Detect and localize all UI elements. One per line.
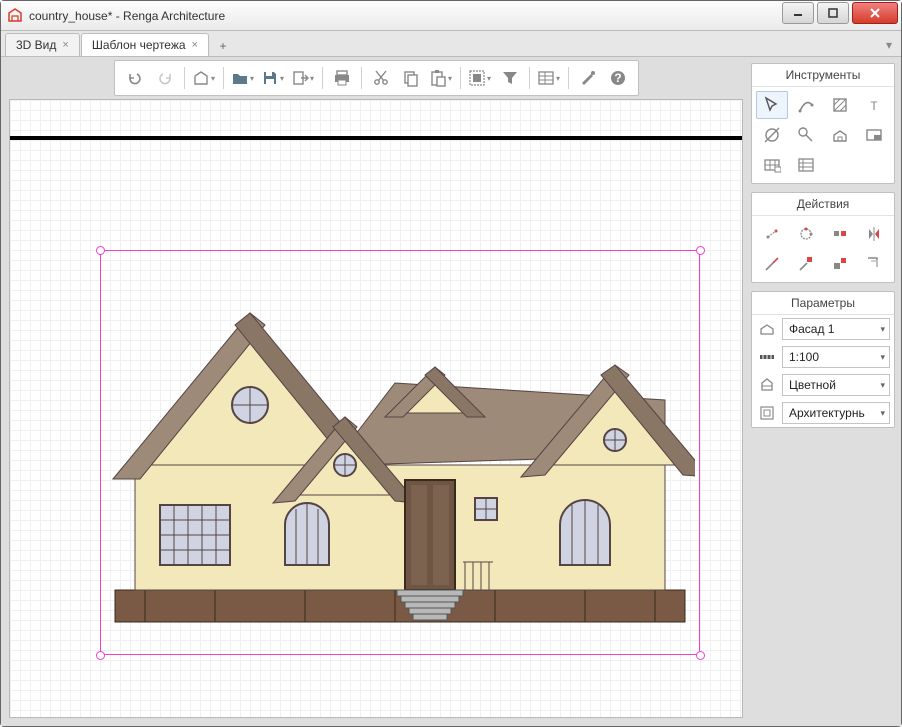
select-value: Фасад 1 — [789, 322, 834, 336]
tab-drawing-template[interactable]: Шаблон чертежа × — [81, 33, 209, 56]
tab-3d-view[interactable]: 3D Вид × — [5, 33, 80, 56]
tools-panel: Инструменты T — [751, 63, 895, 184]
select-value: Архитектурнь — [789, 406, 865, 420]
view-icon — [756, 318, 778, 340]
new-tab-button[interactable]: + — [212, 36, 234, 56]
main-toolbar-row: ▾ ▾ ▾ ▾ ▾ ▾ ▾ ? — [1, 57, 751, 99]
pointer-tool-icon[interactable] — [756, 91, 788, 119]
close-icon[interactable]: × — [62, 39, 68, 51]
open-icon[interactable]: ▾ — [229, 64, 257, 92]
selection-handle-ne[interactable] — [696, 246, 705, 255]
svg-text:?: ? — [614, 71, 621, 85]
drawing-canvas[interactable] — [9, 99, 743, 718]
copy-icon[interactable] — [397, 64, 425, 92]
print-icon[interactable] — [328, 64, 356, 92]
canvas-area: ▾ ▾ ▾ ▾ ▾ ▾ ▾ ? — [1, 57, 751, 726]
work-area: ▾ ▾ ▾ ▾ ▾ ▾ ▾ ? — [1, 57, 901, 726]
app-icon — [7, 8, 23, 24]
window-buttons — [782, 1, 901, 30]
selection-handle-nw[interactable] — [96, 246, 105, 255]
select-value: Цветной — [789, 378, 836, 392]
panel-title: Действия — [752, 193, 894, 216]
move-action-icon[interactable] — [756, 220, 788, 248]
close-button[interactable] — [852, 2, 898, 24]
maximize-button[interactable] — [817, 2, 849, 24]
tab-menu-icon[interactable]: ▾ — [881, 33, 897, 56]
window-title: country_house* - Renga Architecture — [29, 9, 782, 23]
sheet-edge — [10, 136, 742, 140]
svg-text:T: T — [870, 99, 878, 113]
settings-icon[interactable] — [574, 64, 602, 92]
rotate-action-icon[interactable] — [790, 220, 822, 248]
section-tool-icon[interactable] — [824, 121, 856, 149]
view-select[interactable]: Фасад 1 — [782, 318, 890, 340]
main-toolbar: ▾ ▾ ▾ ▾ ▾ ▾ ▾ ? — [114, 60, 639, 96]
tab-label: 3D Вид — [16, 38, 56, 52]
tab-bar: 3D Вид × Шаблон чертежа × + ▾ — [1, 31, 901, 57]
detail-icon — [756, 402, 778, 424]
detail-select[interactable]: Архитектурнь — [782, 402, 890, 424]
parameters-panel: Параметры Фасад 1 1:100 Цветной Архитект… — [751, 291, 895, 428]
undo-icon[interactable] — [121, 64, 149, 92]
export-icon[interactable]: ▾ — [289, 64, 317, 92]
offset-action-icon[interactable] — [858, 250, 890, 278]
copy-action-icon[interactable] — [824, 220, 856, 248]
scale-icon — [756, 346, 778, 368]
redo-icon[interactable] — [151, 64, 179, 92]
hatch-tool-icon[interactable] — [824, 91, 856, 119]
paste-icon[interactable]: ▾ — [427, 64, 455, 92]
style-icon — [756, 374, 778, 396]
panel-title: Параметры — [752, 292, 894, 315]
close-icon[interactable]: × — [192, 39, 198, 51]
text-tool-icon[interactable]: T — [858, 91, 890, 119]
dimension-tool-icon[interactable] — [756, 121, 788, 149]
scale-select[interactable]: 1:100 — [782, 346, 890, 368]
titlebar: country_house* - Renga Architecture — [1, 1, 901, 31]
house-drawing — [105, 265, 695, 635]
line-tool-icon[interactable] — [790, 91, 822, 119]
axis-tool-icon[interactable] — [790, 121, 822, 149]
new-project-icon[interactable]: ▾ — [190, 64, 218, 92]
filter-icon[interactable] — [496, 64, 524, 92]
tab-label: Шаблон чертежа — [92, 38, 186, 52]
minimize-button[interactable] — [782, 2, 814, 24]
help-icon[interactable]: ? — [604, 64, 632, 92]
cut-icon[interactable] — [367, 64, 395, 92]
schedule-tool-icon[interactable] — [790, 151, 822, 179]
extend-action-icon[interactable] — [790, 250, 822, 278]
scale-action-icon[interactable] — [824, 250, 856, 278]
save-icon[interactable]: ▾ — [259, 64, 287, 92]
mirror-action-icon[interactable] — [858, 220, 890, 248]
actions-panel: Действия — [751, 192, 895, 283]
trim-action-icon[interactable] — [756, 250, 788, 278]
select-all-icon[interactable]: ▾ — [466, 64, 494, 92]
panel-title: Инструменты — [752, 64, 894, 87]
style-select[interactable]: Цветной — [782, 374, 890, 396]
properties-icon[interactable]: ▾ — [535, 64, 563, 92]
selection-handle-sw[interactable] — [96, 651, 105, 660]
right-panels: Инструменты T Действия — [751, 57, 901, 726]
title-block-tool-icon[interactable] — [858, 121, 890, 149]
select-value: 1:100 — [789, 350, 819, 364]
selection-handle-se[interactable] — [696, 651, 705, 660]
table-tool-icon[interactable] — [756, 151, 788, 179]
